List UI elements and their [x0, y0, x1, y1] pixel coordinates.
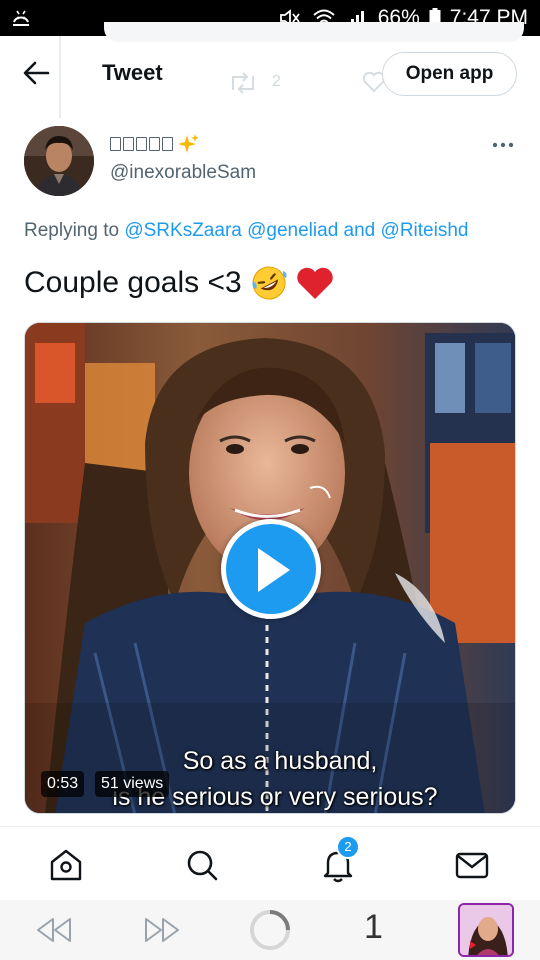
ghost-retweet-count: 2 — [272, 73, 281, 90]
top-header: 2 Tweet Open app — [0, 22, 540, 108]
mention-link[interactable]: @SRKsZaara — [124, 220, 242, 241]
scrolled-content-ghost — [104, 22, 524, 42]
mention-link[interactable]: @geneliad — [247, 220, 338, 241]
search-icon[interactable] — [182, 845, 222, 885]
usb-debug-icon — [13, 10, 29, 26]
mention-join[interactable]: and — [338, 220, 380, 241]
red-heart-emoji-icon — [296, 267, 333, 299]
avatar-portrait-icon — [24, 126, 94, 196]
unrendered-glyph — [149, 137, 160, 151]
open-app-button[interactable]: Open app — [382, 52, 517, 96]
loading-spinner-icon — [250, 910, 290, 950]
unrendered-glyph — [123, 137, 134, 151]
bottom-navigation: 2 — [0, 826, 540, 900]
unrendered-glyph — [162, 137, 173, 151]
replying-to: Replying to @SRKsZaara @geneliad and @Ri… — [24, 220, 468, 242]
browser-toolbar: 1 — [0, 900, 540, 960]
video-duration-badge: 0:53 — [41, 771, 85, 797]
mention-link[interactable]: @Riteishd — [381, 220, 469, 241]
rewind-icon[interactable] — [34, 916, 74, 944]
rolling-laughing-emoji-icon — [252, 266, 287, 300]
play-icon — [258, 548, 290, 592]
home-icon[interactable] — [46, 845, 86, 885]
ghost-retweet-icon — [232, 72, 254, 94]
display-name[interactable] — [110, 132, 200, 156]
notification-count-badge: 2 — [336, 835, 360, 859]
tweet-text: Couple goals <3 — [24, 264, 334, 302]
unrendered-glyph — [110, 137, 121, 151]
messages-icon[interactable] — [452, 845, 492, 885]
page-title: Tweet — [102, 60, 163, 85]
thread-connector-line — [59, 36, 61, 118]
tweet-text-body: Couple goals <3 — [24, 266, 242, 299]
sparkles-emoji-icon — [178, 134, 199, 153]
unrendered-glyph — [136, 137, 147, 151]
tab-count[interactable]: 1 — [364, 908, 383, 947]
fast-forward-icon[interactable] — [142, 916, 182, 944]
avatar[interactable] — [24, 126, 94, 196]
more-options-icon[interactable] — [492, 140, 514, 150]
play-button[interactable] — [221, 519, 321, 619]
tab-preview-image — [460, 905, 512, 955]
tab-thumbnail[interactable] — [458, 903, 514, 957]
replying-prefix: Replying to — [24, 220, 125, 241]
back-arrow-icon[interactable] — [20, 58, 54, 88]
video-player[interactable]: So as a husband, is he serious or very s… — [24, 322, 516, 814]
video-views-badge: 51 views — [95, 771, 170, 797]
user-handle[interactable]: @inexorableSam — [110, 162, 256, 184]
